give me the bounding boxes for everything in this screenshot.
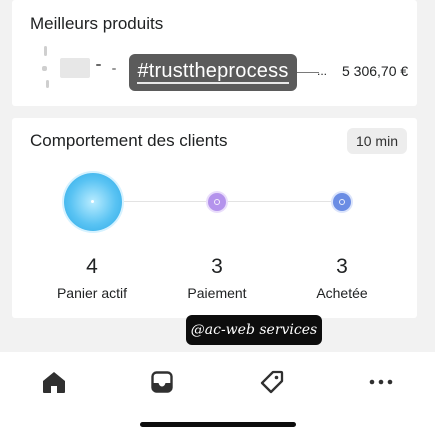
payment-label: Paiement	[187, 285, 247, 301]
tag-icon[interactable]	[258, 368, 286, 396]
inbox-icon[interactable]	[148, 368, 176, 396]
purchased-count: 3	[336, 255, 348, 278]
watermark-label: @ac-web services	[186, 315, 322, 345]
purchased-label: Achetée	[316, 285, 368, 301]
top-products-card: Meilleurs produits #trusttheprocess ... …	[12, 0, 417, 106]
customer-behavior-title: Comportement des clients	[30, 131, 228, 150]
purchased-node	[333, 193, 351, 211]
blurred-product-image	[30, 44, 120, 90]
time-range-badge[interactable]: 10 min	[346, 128, 407, 154]
bottom-tab-bar	[0, 352, 435, 427]
active-cart-node	[64, 173, 122, 231]
funnel-connector-line	[122, 201, 342, 202]
top-products-title: Meilleurs produits	[30, 14, 164, 33]
home-indicator-bar	[140, 422, 296, 427]
more-icon[interactable]	[367, 368, 395, 396]
payment-node	[208, 193, 226, 211]
product-amount: 5 306,70 €	[342, 63, 409, 79]
truncated-ellipsis: ...	[317, 64, 328, 78]
customer-behavior-card: Comportement des clients 10 min 4 Panier…	[12, 118, 417, 318]
active-cart-count: 4	[86, 255, 98, 278]
active-cart-label: Panier actif	[56, 285, 128, 301]
payment-count: 3	[211, 255, 223, 278]
home-icon[interactable]	[40, 368, 68, 396]
hashtag-text: #trusttheprocess	[137, 60, 289, 84]
tag-leader-line	[297, 72, 319, 73]
hashtag-label: #trusttheprocess	[129, 54, 297, 91]
